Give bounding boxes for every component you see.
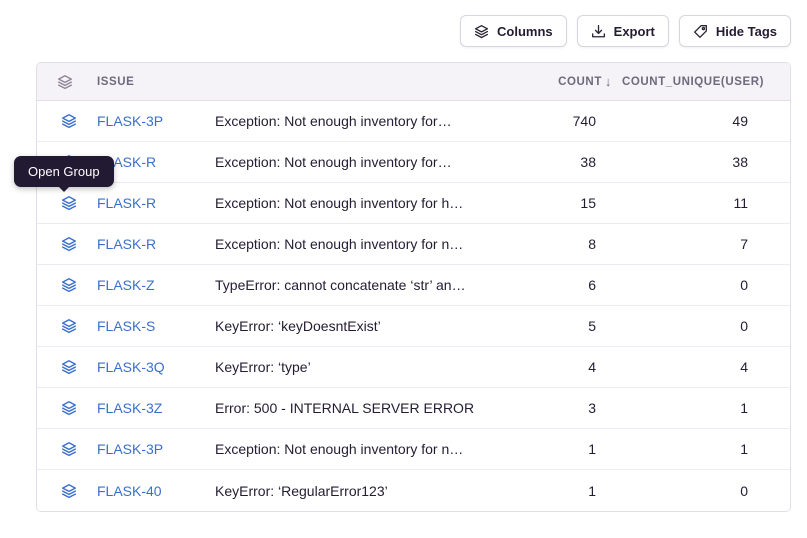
table-row: FLASK-40 KeyError: ‘RegularError123’ 1 0 <box>37 470 790 511</box>
issue-link[interactable]: FLASK-3P <box>97 441 215 457</box>
tag-icon <box>693 24 708 39</box>
table-body: FLASK-3P Exception: Not enough inventory… <box>37 101 790 511</box>
issue-title: TypeError: cannot concatenate ‘str’ an… <box>215 277 524 293</box>
count-value: 1 <box>524 483 612 499</box>
table-row: FLASK-3Z Error: 500 - INTERNAL SERVER ER… <box>37 388 790 429</box>
stack-icon <box>61 359 77 375</box>
count-unique-column-header[interactable]: COUNT_UNIQUE(USER) <box>612 76 764 88</box>
issues-table: ISSUE COUNT ↓ COUNT_UNIQUE(USER) FLASK-3… <box>36 62 791 512</box>
open-group-button[interactable] <box>57 232 81 256</box>
count-value: 15 <box>524 195 612 211</box>
count-value: 740 <box>524 113 612 129</box>
columns-button-label: Columns <box>497 24 553 39</box>
toolbar: Columns Export Hide Tags <box>460 15 791 47</box>
open-group-button[interactable] <box>57 191 81 215</box>
open-group-tooltip-label: Open Group <box>28 164 100 179</box>
issue-link[interactable]: FLASK-R <box>97 195 215 211</box>
stack-icon <box>61 400 77 416</box>
open-group-button[interactable] <box>57 479 81 503</box>
open-group-button[interactable] <box>57 314 81 338</box>
count-unique-value: 0 <box>612 277 764 293</box>
issue-title: Exception: Not enough inventory for… <box>215 113 524 129</box>
count-value: 38 <box>524 154 612 170</box>
open-group-button[interactable] <box>57 109 81 133</box>
count-value: 8 <box>524 236 612 252</box>
issue-title: Exception: Not enough inventory for… <box>215 154 524 170</box>
issue-link[interactable]: FLASK-Z <box>97 277 215 293</box>
issue-title: KeyError: ‘RegularError123’ <box>215 483 524 499</box>
count-unique-value: 49 <box>612 113 764 129</box>
count-unique-value: 0 <box>612 483 764 499</box>
issue-link[interactable]: FLASK-3Q <box>97 359 215 375</box>
table-row: FLASK-Z TypeError: cannot concatenate ‘s… <box>37 265 790 306</box>
issue-title: KeyError: ‘keyDoesntExist’ <box>215 318 524 334</box>
table-row: FLASK-3Q KeyError: ‘type’ 4 4 <box>37 347 790 388</box>
issue-title: Error: 500 - INTERNAL SERVER ERROR <box>215 400 524 416</box>
issue-title: Exception: Not enough inventory for n… <box>215 236 524 252</box>
count-column-header-label: COUNT <box>558 76 602 88</box>
hide-tags-button-label: Hide Tags <box>716 24 777 39</box>
open-group-button[interactable] <box>57 355 81 379</box>
count-unique-value: 38 <box>612 154 764 170</box>
count-column-header[interactable]: COUNT ↓ <box>524 75 612 88</box>
issue-link[interactable]: FLASK-S <box>97 318 215 334</box>
stack-icon <box>61 236 77 252</box>
count-unique-value: 0 <box>612 318 764 334</box>
open-group-button[interactable] <box>57 396 81 420</box>
count-unique-value: 1 <box>612 441 764 457</box>
columns-button[interactable]: Columns <box>460 15 567 47</box>
stack-icon <box>61 277 77 293</box>
count-value: 3 <box>524 400 612 416</box>
open-group-button[interactable] <box>57 437 81 461</box>
open-group-button[interactable] <box>57 273 81 297</box>
tooltip-caret <box>59 187 69 192</box>
stack-icon <box>57 74 97 90</box>
table-row: FLASK-R Exception: Not enough inventory … <box>37 142 790 183</box>
count-unique-value: 1 <box>612 400 764 416</box>
count-value: 1 <box>524 441 612 457</box>
stack-icon <box>61 318 77 334</box>
issue-link[interactable]: FLASK-R <box>97 236 215 252</box>
issue-title: Exception: Not enough inventory for h… <box>215 195 524 211</box>
stack-icon <box>61 195 77 211</box>
issue-column-header[interactable]: ISSUE <box>97 76 215 88</box>
issue-link[interactable]: FLASK-R <box>97 154 215 170</box>
hide-tags-button[interactable]: Hide Tags <box>679 15 791 47</box>
count-value: 4 <box>524 359 612 375</box>
count-value: 5 <box>524 318 612 334</box>
count-unique-value: 4 <box>612 359 764 375</box>
issue-link[interactable]: FLASK-40 <box>97 483 215 499</box>
issue-title: Exception: Not enough inventory for n… <box>215 441 524 457</box>
open-group-tooltip: Open Group <box>14 156 114 187</box>
issue-link[interactable]: FLASK-3P <box>97 113 215 129</box>
stack-icon <box>474 24 489 39</box>
table-header: ISSUE COUNT ↓ COUNT_UNIQUE(USER) <box>37 63 790 101</box>
issue-link[interactable]: FLASK-3Z <box>97 400 215 416</box>
export-button[interactable]: Export <box>577 15 669 47</box>
count-unique-value: 11 <box>612 195 764 211</box>
stack-icon <box>61 483 77 499</box>
sort-desc-icon: ↓ <box>605 75 612 88</box>
issue-title: KeyError: ‘type’ <box>215 359 524 375</box>
table-row: FLASK-3P Exception: Not enough inventory… <box>37 429 790 470</box>
table-row: FLASK-S KeyError: ‘keyDoesntExist’ 5 0 <box>37 306 790 347</box>
issues-table-page: Columns Export Hide Tags <box>0 0 807 538</box>
export-button-label: Export <box>614 24 655 39</box>
download-icon <box>591 24 606 39</box>
table-row: FLASK-3P Exception: Not enough inventory… <box>37 101 790 142</box>
count-unique-value: 7 <box>612 236 764 252</box>
stack-icon <box>61 113 77 129</box>
count-value: 6 <box>524 277 612 293</box>
table-row: FLASK-R Exception: Not enough inventory … <box>37 183 790 224</box>
stack-icon <box>61 441 77 457</box>
table-row: FLASK-R Exception: Not enough inventory … <box>37 224 790 265</box>
